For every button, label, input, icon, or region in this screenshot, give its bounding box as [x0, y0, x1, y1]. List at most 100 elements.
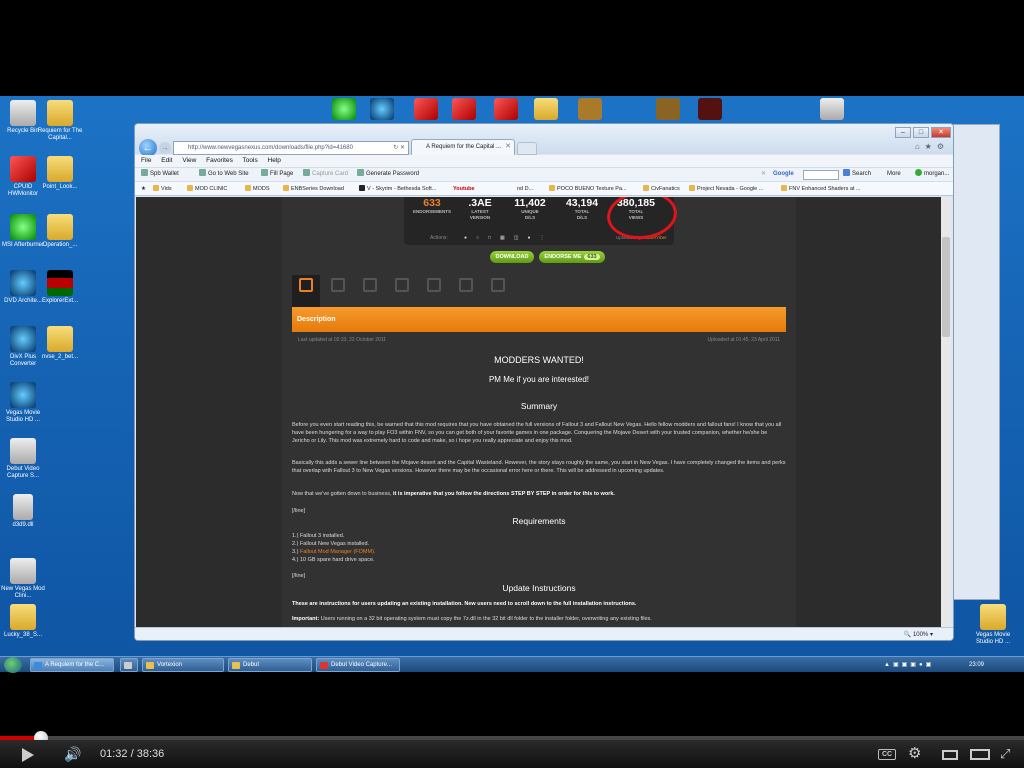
- more-button[interactable]: More: [887, 168, 901, 181]
- menu-edit[interactable]: Edit: [161, 157, 172, 164]
- app-icon-steam[interactable]: [370, 98, 394, 120]
- menu-help[interactable]: Help: [268, 157, 281, 164]
- forward-arrow-icon[interactable]: →: [159, 142, 171, 154]
- tab-images[interactable]: [356, 275, 384, 307]
- desktop-icon-explorer-ext[interactable]: ExplorerExt...: [37, 270, 83, 305]
- taskbar-vortexion[interactable]: Vortexion: [142, 658, 224, 672]
- tray-icons[interactable]: ▲▣▣▣●▣: [884, 657, 934, 673]
- settings-gear-icon[interactable]: ⚙: [908, 746, 921, 762]
- tab-videos[interactable]: [484, 275, 512, 307]
- menu-favorites[interactable]: Favorites: [206, 157, 233, 164]
- go-to-web-site-button[interactable]: Go to Web Site: [199, 168, 249, 181]
- download-button[interactable]: DOWNLOAD: [490, 251, 534, 263]
- summary-heading: Summary: [520, 401, 558, 411]
- menu-tools[interactable]: Tools: [243, 157, 258, 164]
- favorites-star-icon[interactable]: ★: [141, 182, 146, 196]
- desktop-icon-point-look[interactable]: Point_Look...: [37, 156, 83, 191]
- page-scrollbar[interactable]: [941, 197, 951, 627]
- scrollbar-thumb[interactable]: [942, 237, 950, 337]
- taskbar-debut[interactable]: Debut: [228, 658, 312, 672]
- refresh-icon[interactable]: ↻ ✕: [393, 142, 405, 154]
- background-window[interactable]: [950, 124, 1000, 600]
- tab-close-icon[interactable]: ✕: [505, 140, 511, 154]
- endorse-button[interactable]: ENDORSE ME 633: [539, 251, 605, 263]
- desktop-icon-vegas-movie-2[interactable]: Vegas Movie Studio HD ...: [970, 604, 1016, 646]
- taskbar-browser[interactable]: A Requiem for the C...: [30, 658, 114, 672]
- folder-icon: [146, 662, 154, 669]
- generate-password-button[interactable]: Generate Password: [357, 168, 419, 181]
- fill-page-button[interactable]: Fill Page: [261, 168, 293, 181]
- fav-nd[interactable]: nd D...: [517, 182, 533, 196]
- capture-card-button[interactable]: Capture Card: [303, 168, 348, 181]
- desktop-icon-debut[interactable]: Debut Video Capture S...: [0, 438, 46, 480]
- menu-view[interactable]: View: [182, 157, 196, 164]
- maximize-icon[interactable]: □: [913, 127, 929, 138]
- app-icon-fallout[interactable]: [578, 98, 602, 120]
- app-icon-skull[interactable]: [698, 98, 722, 120]
- captions-button[interactable]: CC: [878, 749, 896, 760]
- generate-password-label: Generate Password: [366, 171, 420, 177]
- fav-label: MODS: [253, 186, 270, 192]
- fav-enbseries[interactable]: ENBSeries Download: [283, 182, 344, 196]
- fav-skyrim[interactable]: V - Skyrim - Bethesda Soft...: [359, 182, 436, 196]
- update-paragraph-2: Important: Users running on a 32 bit ope…: [292, 615, 786, 623]
- app-icon-fo3[interactable]: [656, 98, 680, 120]
- fav-project-nevada[interactable]: Project Nevada - Google ...: [689, 182, 763, 196]
- action-icons[interactable]: ●○□▦◫●⋮: [464, 233, 554, 243]
- play-icon[interactable]: [22, 748, 34, 762]
- desktop-icon-operation[interactable]: Operation_...: [37, 214, 83, 249]
- fav-label: MOD CLINIC: [195, 186, 228, 192]
- toolbar-close-icon[interactable]: ✕: [761, 168, 766, 181]
- desktop-icon-nvse[interactable]: nvse_2_bet...: [37, 326, 83, 361]
- google-search-input[interactable]: [803, 170, 839, 180]
- desktop-icon-requiem[interactable]: Requiem for The Capital...: [37, 100, 83, 142]
- tab-tags[interactable]: [452, 275, 480, 307]
- close-icon[interactable]: ✕: [931, 127, 951, 138]
- app-icon-99[interactable]: [332, 98, 356, 120]
- taskbar-app[interactable]: [120, 658, 138, 672]
- tab-description[interactable]: [292, 275, 320, 307]
- start-button[interactable]: [4, 657, 22, 673]
- app-icon-document[interactable]: [820, 98, 844, 120]
- browser-window[interactable]: ← → http://www.newvegasnexus.com/downloa…: [134, 123, 954, 641]
- desktop-icon-lucky38[interactable]: Lucky_38_S...: [0, 604, 46, 639]
- large-player-icon[interactable]: [970, 749, 990, 760]
- tab-requiem[interactable]: A Requiem for the Capital ... ✕: [411, 139, 515, 155]
- taskbar-label: Vortexion: [157, 662, 183, 668]
- web-page[interactable]: 633 ENDORSEMENTS .3AE LATEST VERSION 11,40…: [136, 197, 942, 627]
- desktop-icon-vegas-movie[interactable]: Vegas Movie Studio HD ...: [0, 382, 46, 424]
- fav-youtube[interactable]: Youtube: [453, 182, 475, 196]
- address-bar[interactable]: http://www.newvegasnexus.com/downloads/f…: [173, 141, 409, 155]
- new-tab-button[interactable]: [517, 142, 537, 155]
- fomm-link[interactable]: Fallout Mod Manager (FOMM).: [300, 549, 376, 555]
- fav-fnv-shaders[interactable]: FNV Enhanced Shaders at ...: [781, 182, 861, 196]
- zoom-control[interactable]: 🔍 100% ▾: [904, 628, 933, 640]
- app-icon-l4d[interactable]: [414, 98, 438, 120]
- app-icon-l4d2[interactable]: [452, 98, 476, 120]
- app-icon-game[interactable]: [494, 98, 518, 120]
- app-icon-fnv[interactable]: [534, 98, 558, 120]
- fav-mods[interactable]: MODS: [245, 182, 270, 196]
- minimize-icon[interactable]: –: [895, 127, 911, 138]
- taskbar-debut-capture[interactable]: Debut Video Capture...: [316, 658, 400, 672]
- fav-vids[interactable]: Vids: [153, 182, 172, 196]
- desktop-icon-mod-clinic[interactable]: New Vegas Mod Clini...: [0, 558, 46, 600]
- menu-file[interactable]: File: [141, 157, 151, 164]
- fav-civfanatics[interactable]: CivFanatics: [643, 182, 680, 196]
- google-search-button[interactable]: Search: [843, 168, 871, 181]
- tab-forum[interactable]: [420, 275, 448, 307]
- browser-tool-icons[interactable]: ⌂★⚙: [915, 142, 949, 151]
- fav-poco-bueno[interactable]: POCO BUENO Texture Pa...: [549, 182, 627, 196]
- spb-wallet-button[interactable]: Spb Wallet: [141, 168, 179, 181]
- desktop-icon-d3d9[interactable]: d3d9.dll: [0, 494, 46, 529]
- fullscreen-icon[interactable]: ⤢: [1000, 746, 1010, 762]
- user-account[interactable]: morgan...: [915, 168, 949, 181]
- taskbar-clock[interactable]: 23:09: [969, 657, 984, 673]
- tab-comments[interactable]: [388, 275, 416, 307]
- capture-card-label: Capture Card: [312, 171, 349, 177]
- volume-icon[interactable]: 🔊: [64, 747, 86, 761]
- small-player-icon[interactable]: [942, 750, 958, 760]
- tab-files[interactable]: [324, 275, 352, 307]
- page-icon: [689, 185, 695, 191]
- fav-mod-clinic[interactable]: MOD CLINIC: [187, 182, 227, 196]
